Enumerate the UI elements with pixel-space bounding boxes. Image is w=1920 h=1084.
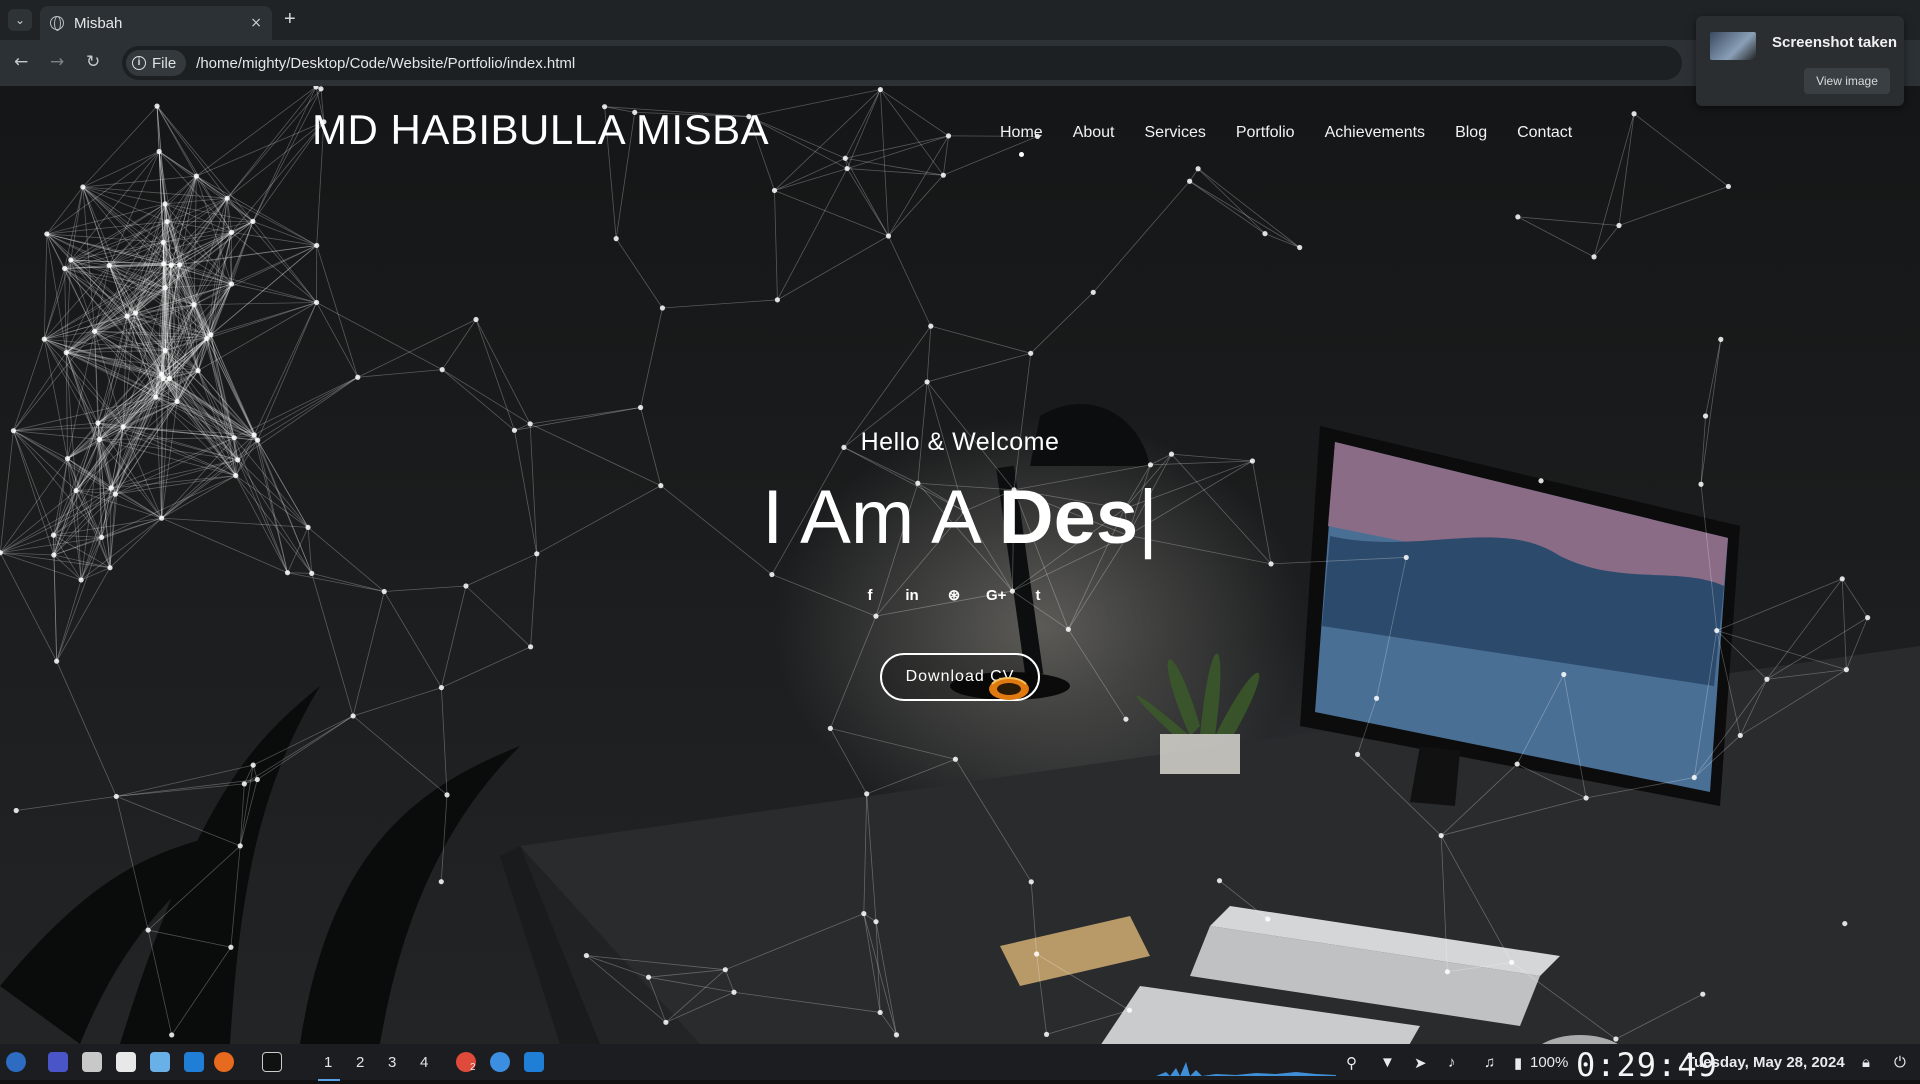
wifi-icon[interactable]: ▼	[1380, 1054, 1395, 1071]
browser-tab[interactable]: Misbah ×	[40, 6, 272, 40]
twitter-icon[interactable]: t	[1028, 586, 1048, 606]
system-taskbar: 1 2 3 4 2 ⚲ ▼ ➤ ♪ ♫ ▮ 100% 0:29:49 Tuesd…	[0, 1044, 1920, 1080]
nav-item-achievements[interactable]: Achievements	[1325, 124, 1426, 142]
site-info-chip[interactable]: i File	[126, 50, 186, 76]
screenshot-notification: Screenshot taken View image	[1696, 16, 1904, 106]
settings-icon[interactable]	[150, 1052, 170, 1072]
battery-level: 100%	[1530, 1054, 1568, 1071]
animated-cursor-icon	[986, 674, 1032, 702]
headline-typed: Des	[999, 475, 1138, 560]
screenshot-thumbnail[interactable]	[1710, 32, 1756, 60]
linkedin-icon[interactable]: in	[902, 586, 922, 606]
workspace-3[interactable]: 3	[388, 1054, 396, 1071]
file-manager-icon[interactable]	[82, 1052, 102, 1072]
browser-icon[interactable]	[490, 1052, 510, 1072]
info-icon: i	[132, 56, 146, 70]
cpu-usage-graph	[1156, 1050, 1336, 1076]
site-brand[interactable]: MD HABIBULLA MISBA	[312, 106, 769, 154]
headline-lead: I Am A	[762, 475, 999, 560]
workspace-2[interactable]: 2	[356, 1054, 364, 1071]
google-plus-icon[interactable]: G+	[986, 586, 1006, 606]
workspace-4[interactable]: 4	[420, 1054, 428, 1071]
firefox-icon[interactable]	[214, 1052, 234, 1072]
text-editor-icon[interactable]	[116, 1052, 136, 1072]
browser-tab-bar: ⌄ Misbah × +	[0, 0, 1920, 40]
workspace-1[interactable]: 1	[324, 1054, 332, 1071]
greeting-text: Hello & Welcome	[0, 428, 1920, 457]
telegram-icon[interactable]: ➤	[1414, 1054, 1427, 1072]
vscode-window-icon[interactable]	[524, 1052, 544, 1072]
social-links: f in ⊛ G+ t	[860, 586, 1048, 606]
lock-icon[interactable]: 🔒︎	[1862, 1054, 1870, 1071]
chrome-window-count: 2	[470, 1062, 476, 1073]
facebook-icon[interactable]: f	[860, 586, 880, 606]
address-bar[interactable]: i File /home/mighty/Desktop/Code/Website…	[122, 46, 1682, 80]
nav-item-services[interactable]: Services	[1145, 124, 1206, 142]
main-nav: Home About Services Portfolio Achievemen…	[1000, 124, 1572, 142]
globe-icon	[50, 16, 64, 30]
system-date[interactable]: Tuesday, May 28, 2024	[1686, 1054, 1845, 1071]
portfolio-page: MD HABIBULLA MISBA Home About Services P…	[0, 86, 1920, 1044]
app-launcher-icon[interactable]	[6, 1052, 26, 1072]
browser-toolbar: ← → ↻ i File /home/mighty/Desktop/Code/W…	[0, 40, 1920, 86]
dribbble-icon[interactable]: ⊛	[944, 586, 964, 606]
hero-headline: I Am A Des|	[0, 474, 1920, 561]
nav-item-blog[interactable]: Blog	[1455, 124, 1487, 142]
view-image-button[interactable]: View image	[1804, 68, 1890, 94]
tab-close-icon[interactable]: ×	[250, 15, 262, 31]
tab-list-button[interactable]: ⌄	[8, 9, 32, 31]
forward-button[interactable]: →	[50, 52, 64, 72]
nav-item-portfolio[interactable]: Portfolio	[1236, 124, 1295, 142]
volume-icon[interactable]: ♪	[1448, 1054, 1456, 1071]
nav-item-home[interactable]: Home	[1000, 124, 1043, 142]
url-text[interactable]: /home/mighty/Desktop/Code/Website/Portfo…	[196, 55, 575, 72]
tab-title: Misbah	[74, 15, 250, 32]
power-icon[interactable]: ⏻	[1894, 1054, 1906, 1071]
typing-caret: |	[1138, 475, 1158, 560]
reload-button[interactable]: ↻	[86, 52, 100, 72]
vscode-icon[interactable]	[184, 1052, 204, 1072]
particle-network-background	[0, 86, 1920, 1044]
battery-icon: ▮	[1514, 1054, 1522, 1072]
new-tab-button[interactable]: +	[284, 8, 296, 31]
nav-item-contact[interactable]: Contact	[1517, 124, 1572, 142]
terminal-icon[interactable]	[262, 1052, 282, 1072]
attachment-icon[interactable]: ⚲	[1346, 1054, 1357, 1072]
site-info-label: File	[152, 55, 176, 72]
back-button[interactable]: ←	[14, 52, 28, 72]
desktop-icon[interactable]	[48, 1052, 68, 1072]
notification-title: Screenshot taken	[1772, 34, 1897, 51]
notification-bell-icon[interactable]: ♫	[1484, 1054, 1495, 1071]
nav-item-about[interactable]: About	[1073, 124, 1115, 142]
